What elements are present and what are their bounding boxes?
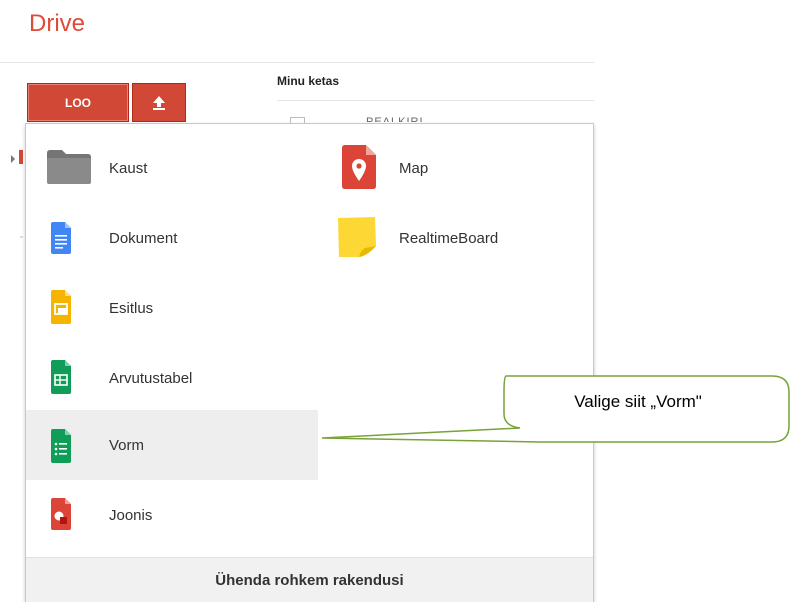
app-title: Drive [29,10,86,37]
menu-item-joonis[interactable]: Joonis [26,480,316,550]
callout-text: Valige siit „Vorm" [574,392,702,411]
folder-icon [47,150,91,184]
menu-item-label: Arvutustabel [109,369,193,387]
drawings-icon [51,498,71,530]
menu-item-label: Vorm [109,436,145,454]
create-button[interactable]: LOO [27,83,129,122]
menu-item-label: Esitlus [109,299,154,317]
header-divider [0,62,594,63]
menu-item-label: Kaust [109,159,148,177]
sheets-icon [51,360,71,394]
sidebar-divider [20,236,23,238]
menu-item-dokument[interactable]: Dokument [26,203,316,273]
menu-item-kaust[interactable]: Kaust [26,133,316,203]
menu-item-label: Joonis [109,506,153,524]
menu-item-label: RealtimeBoard [399,229,499,247]
upload-button[interactable] [132,83,186,122]
sidebar-selected-marker [19,150,23,164]
create-menu: Kaust Dokument Esitlus Arvutustabel Vorm… [25,123,594,602]
menu-item-realtimeboard[interactable]: RealtimeBoard [326,203,586,273]
forms-icon [51,429,71,463]
menu-item-label: Dokument [109,229,178,247]
slides-icon [51,290,71,324]
map-icon [342,145,376,189]
expand-triangle-icon[interactable] [11,155,15,163]
menu-item-map[interactable]: Map [326,133,586,203]
menu-item-label: Map [399,159,429,177]
menu-item-arvutustabel[interactable]: Arvutustabel [26,343,316,413]
menu-item-esitlus[interactable]: Esitlus [26,273,316,343]
list-header-divider [277,100,594,101]
menu-item-vorm[interactable]: Vorm [26,410,318,480]
file-row-title[interactable]: PEALKIRI [366,116,424,122]
upload-icon [153,95,165,110]
realtimeboard-icon [338,217,376,257]
connect-more-apps-button[interactable]: Ühenda rohkem rakendusi [26,557,593,602]
breadcrumb[interactable]: Minu ketas [277,74,339,88]
docs-icon [51,222,71,254]
